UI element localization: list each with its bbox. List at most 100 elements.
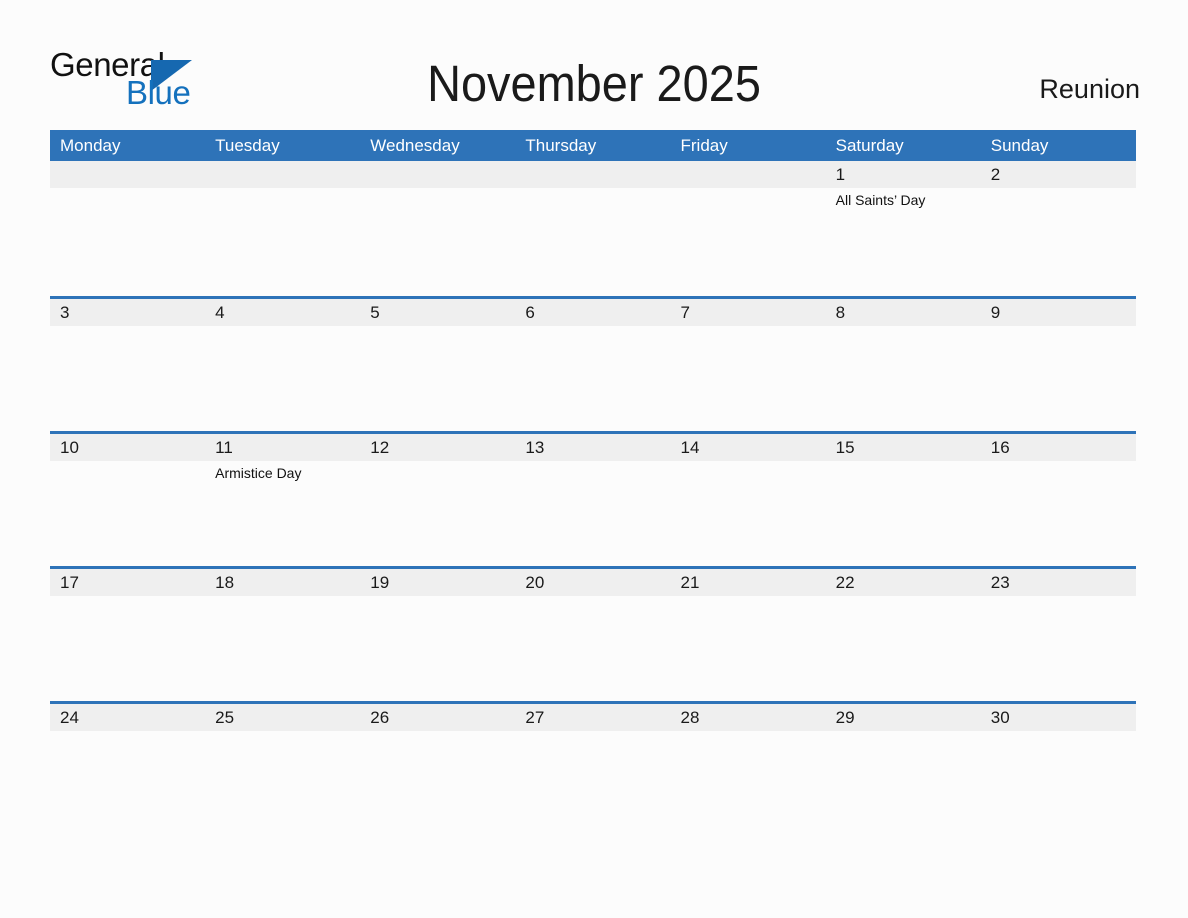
day-number[interactable]: 27 [515, 704, 670, 731]
day-cell[interactable] [981, 731, 1136, 836]
day-cell[interactable] [360, 596, 515, 701]
day-number[interactable]: 19 [360, 569, 515, 596]
day-number[interactable]: 6 [515, 299, 670, 326]
day-cell[interactable] [50, 326, 205, 431]
day-cell[interactable] [50, 731, 205, 836]
calendar-week-row: 1 2 All Saints’ Day [50, 161, 1136, 296]
day-cell[interactable] [826, 326, 981, 431]
day-cell[interactable] [826, 731, 981, 836]
day-number[interactable]: 12 [360, 434, 515, 461]
week-body-row [50, 326, 1136, 431]
day-cell[interactable] [360, 731, 515, 836]
weekday-header-wednesday: Wednesday [370, 136, 460, 155]
day-cell[interactable] [981, 461, 1136, 566]
day-number[interactable]: 4 [205, 299, 360, 326]
day-number[interactable]: 7 [671, 299, 826, 326]
day-number[interactable]: 24 [50, 704, 205, 731]
day-number[interactable]: 3 [50, 299, 205, 326]
day-number-empty [205, 161, 360, 188]
day-number[interactable]: 21 [671, 569, 826, 596]
weekday-header-sunday: Sunday [990, 136, 1049, 155]
day-number[interactable]: 23 [981, 569, 1136, 596]
day-number[interactable]: 1 [826, 161, 981, 188]
day-number[interactable]: 15 [826, 434, 981, 461]
day-event-label: All Saints’ Day [835, 192, 926, 208]
calendar-week-row: 3456789 [50, 296, 1136, 431]
calendar-page: General Blue November 2025 Reunion Monda… [0, 0, 1188, 918]
day-number[interactable]: 20 [515, 569, 670, 596]
day-cell[interactable] [981, 596, 1136, 701]
day-number[interactable]: 26 [360, 704, 515, 731]
day-cell[interactable]: All Saints’ Day [826, 188, 981, 293]
day-number[interactable]: 11 [205, 434, 360, 461]
weekday-header-saturday: Saturday [835, 136, 904, 155]
weekday-header-monday: Monday [60, 136, 121, 155]
day-number[interactable]: 2 [981, 161, 1136, 188]
day-cell [515, 188, 670, 293]
day-cell [50, 188, 205, 293]
day-cell[interactable]: Armistice Day [205, 461, 360, 566]
day-cell[interactable] [981, 188, 1136, 293]
week-body-row: All Saints’ Day [50, 188, 1136, 293]
day-number[interactable]: 5 [360, 299, 515, 326]
day-cell[interactable] [671, 326, 826, 431]
week-body-row [50, 731, 1136, 836]
day-number-empty [50, 161, 205, 188]
page-title: November 2025 [427, 55, 761, 112]
day-number[interactable]: 29 [826, 704, 981, 731]
day-cell[interactable] [515, 461, 670, 566]
day-cell[interactable] [515, 731, 670, 836]
day-cell[interactable] [50, 461, 205, 566]
day-number[interactable]: 14 [671, 434, 826, 461]
day-number[interactable]: 30 [981, 704, 1136, 731]
day-number[interactable]: 9 [981, 299, 1136, 326]
day-number[interactable]: 17 [50, 569, 205, 596]
weekday-header-row: Monday Tuesday Wednesday Thursday Friday… [50, 130, 1136, 161]
day-number[interactable]: 13 [515, 434, 670, 461]
weekday-header-tuesday: Tuesday [215, 136, 280, 155]
calendar-grid: Monday Tuesday Wednesday Thursday Friday… [50, 130, 1136, 836]
day-cell[interactable] [515, 326, 670, 431]
day-cell[interactable] [360, 326, 515, 431]
day-cell[interactable] [205, 326, 360, 431]
day-cell[interactable] [515, 596, 670, 701]
day-number-empty [360, 161, 515, 188]
day-cell[interactable] [205, 731, 360, 836]
day-number-empty [671, 161, 826, 188]
week-body-row: Armistice Day [50, 461, 1136, 566]
week-date-strip: 12 [50, 161, 1136, 188]
week-date-strip: 3456789 [50, 299, 1136, 326]
day-number[interactable]: 28 [671, 704, 826, 731]
day-cell[interactable] [360, 461, 515, 566]
day-event-label: Armistice Day [215, 465, 302, 481]
week-date-strip: 10 11 12 13 14 15 16 [50, 434, 1136, 461]
week-body-row [50, 596, 1136, 701]
day-cell[interactable] [671, 731, 826, 836]
region-label: Reunion [1039, 74, 1140, 104]
day-cell[interactable] [981, 326, 1136, 431]
day-number[interactable]: 8 [826, 299, 981, 326]
calendar-week-row: 17 18 19 20 21 22 23 [50, 566, 1136, 701]
calendar-weeks: 1 2 All Saints’ Day 3 4 5 6 7 8 9 10 11 12 13 14 15 16 Ar… [50, 161, 1136, 836]
weekday-header-friday: Friday [680, 136, 728, 155]
day-cell[interactable] [826, 461, 981, 566]
day-cell [360, 188, 515, 293]
day-cell[interactable] [671, 596, 826, 701]
day-cell[interactable] [205, 596, 360, 701]
day-number[interactable]: 22 [826, 569, 981, 596]
day-number[interactable]: 16 [981, 434, 1136, 461]
day-cell[interactable] [50, 596, 205, 701]
day-cell [671, 188, 826, 293]
weekday-header-thursday: Thursday [525, 136, 597, 155]
day-number-empty [515, 161, 670, 188]
day-cell[interactable] [671, 461, 826, 566]
day-cell[interactable] [826, 596, 981, 701]
calendar-week-row: 10 11 12 13 14 15 16 Armistice Day [50, 431, 1136, 566]
page-header: General Blue November 2025 Reunion [0, 0, 1188, 130]
day-number[interactable]: 10 [50, 434, 205, 461]
calendar-week-row: 24 25 26 27 28 29 30 [50, 701, 1136, 836]
day-number[interactable]: 25 [205, 704, 360, 731]
day-number[interactable]: 18 [205, 569, 360, 596]
week-date-strip: 24 25 26 27 28 29 30 [50, 704, 1136, 731]
day-cell [205, 188, 360, 293]
